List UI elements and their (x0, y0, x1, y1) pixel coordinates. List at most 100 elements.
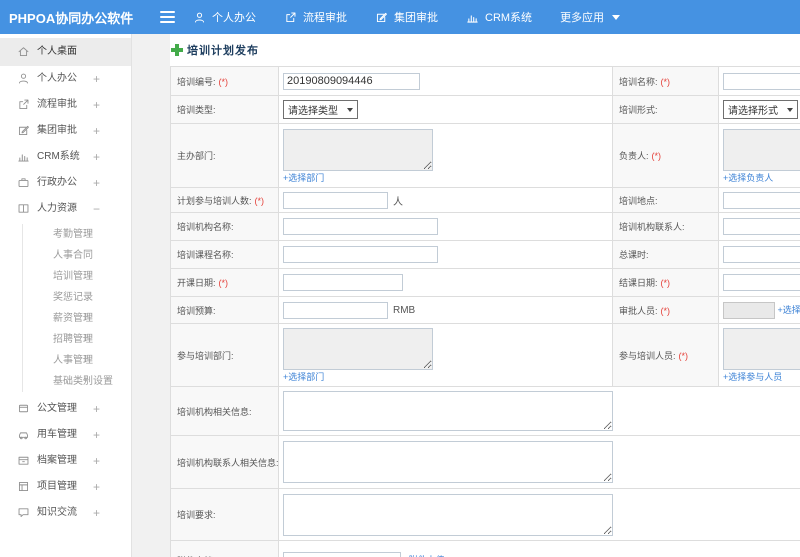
select-leader-link[interactable]: +选择负责人 (723, 173, 773, 183)
sidebar-item-project-management[interactable]: 项目管理 + (0, 474, 131, 500)
training-org-contact-input[interactable] (723, 218, 800, 235)
sidebar-subitem-recruitment-management[interactable]: 招聘管理 + (23, 329, 131, 350)
select-department-link[interactable]: +选择部门 (283, 173, 324, 183)
sidebar-subitem-basic-category-settings[interactable]: 基础类别设置 + (23, 371, 131, 392)
field-label-cell: 培训要求: (170, 488, 279, 541)
start-date-input[interactable] (283, 274, 403, 291)
expand-toggle[interactable]: + (83, 307, 89, 328)
nav-label: 流程审批 (303, 12, 347, 24)
sidebar-subitem-personnel-management[interactable]: 人事管理 + (23, 350, 131, 371)
expand-toggle[interactable]: + (93, 144, 100, 170)
collapse-toggle[interactable]: − (93, 196, 100, 222)
form-row: 培训机构相关信息: (170, 386, 800, 436)
expand-toggle[interactable]: + (93, 422, 100, 448)
expand-toggle[interactable]: + (83, 328, 89, 349)
sidebar-item-human-resources[interactable]: 人力资源 − (0, 196, 131, 222)
sidebar-item-administrative-office[interactable]: 行政办公 + (0, 170, 131, 196)
total-hours-input[interactable] (723, 246, 800, 263)
required-mark: (*) (660, 76, 671, 87)
training-plan-form: 培训编号:(*) 培训名称:(*) 培训类型: 请选择类型 培训形式: 请选择形… (170, 66, 800, 557)
expand-toggle[interactable]: + (93, 66, 100, 92)
org-info-textarea[interactable] (283, 391, 613, 431)
nav-label: 更多应用 (560, 12, 605, 24)
sidebar-subitem-label: 培训管理 (53, 271, 93, 282)
training-org-name-input[interactable] (283, 218, 438, 235)
sidebar-item-label: 个人办公 (37, 73, 77, 84)
sidebar-item-crm-system[interactable]: CRM系统 + (0, 144, 131, 170)
sidebar-subitem-salary-management[interactable]: 薪资管理 + (23, 308, 131, 329)
sidebar-subitem-personnel-contract[interactable]: 人事合同 (23, 245, 131, 266)
select-approver-link[interactable]: +选择审批人员 (778, 304, 800, 314)
sidebar-item-archive-management[interactable]: 档案管理 + (0, 448, 131, 474)
expand-toggle[interactable]: + (93, 500, 100, 526)
expand-toggle[interactable]: + (93, 474, 100, 500)
required-mark: (*) (678, 350, 689, 361)
training-requirements-textarea[interactable] (283, 493, 613, 536)
participating-departments-textarea[interactable] (283, 328, 433, 370)
select-participants-link[interactable]: +选择参与人员 (723, 372, 782, 382)
sidebar-item-knowledge-exchange[interactable]: 知识交流 + (0, 500, 131, 526)
hamburger-menu-icon[interactable] (160, 8, 175, 26)
nav-workflow-approval[interactable]: 流程审批 (284, 9, 347, 25)
select-participating-departments-link[interactable]: +选择部门 (283, 372, 324, 382)
archive-icon (17, 454, 30, 467)
sidebar-item-personal-office[interactable]: 个人办公 + (0, 66, 131, 92)
sidebar-item-label: 流程审批 (37, 99, 77, 110)
budget-input[interactable] (283, 301, 388, 319)
leader-textarea[interactable] (723, 128, 800, 171)
end-date-input[interactable] (723, 274, 800, 291)
host-department-textarea[interactable] (283, 128, 433, 171)
flow-icon (17, 98, 30, 111)
field-label-cell: 培训地点: (612, 187, 719, 213)
training-name-input[interactable] (723, 72, 800, 90)
expand-toggle[interactable]: + (93, 170, 100, 196)
expand-toggle[interactable]: + (93, 92, 100, 118)
attachment-name-input[interactable] (283, 552, 401, 557)
nav-group-approval[interactable]: 集团审批 (375, 9, 438, 25)
sidebar-item-label: 项目管理 (37, 481, 77, 492)
field-label-cell: 培训类型: (170, 95, 279, 124)
expand-toggle[interactable]: + (93, 448, 100, 474)
course-name-input[interactable] (283, 246, 438, 263)
sidebar-item-vehicle-management[interactable]: 用车管理 + (0, 422, 131, 448)
form-row: 开课日期: (*) 结课日期: (*) (170, 268, 800, 297)
nav-crm-system[interactable]: CRM系统 (466, 9, 532, 25)
add-plus-icon (171, 44, 183, 56)
form-row: 培训机构名称: 培训机构联系人: (170, 212, 800, 241)
briefcase-icon (17, 176, 30, 189)
sidebar-subitem-attendance-management[interactable]: 考勤管理 (23, 224, 131, 245)
training-type-select[interactable]: 请选择类型 (283, 100, 358, 119)
participants-textarea[interactable] (723, 328, 800, 370)
sidebar-item-group-approval[interactable]: 集团审批 + (0, 118, 131, 144)
planned-participants-input[interactable] (283, 191, 388, 209)
sidebar: 个人桌面 个人办公 + 流程审批 + 集团审批 + CRM系统 + 行政办公 + (0, 34, 132, 557)
training-number-input[interactable] (283, 72, 420, 90)
chart-icon (466, 11, 479, 24)
expand-toggle[interactable]: + (93, 118, 100, 144)
sidebar-subitem-training-management[interactable]: 培训管理 (23, 266, 131, 287)
training-form-select[interactable]: 请选择形式 (723, 100, 798, 119)
page-title: 培训计划发布 (187, 45, 259, 57)
sidebar-item-workflow-approval[interactable]: 流程审批 + (0, 92, 131, 118)
org-contact-info-textarea[interactable] (283, 441, 613, 483)
expand-toggle[interactable]: + (83, 370, 89, 391)
expand-toggle[interactable]: + (93, 396, 100, 422)
expand-toggle[interactable]: + (83, 349, 89, 370)
sidebar-item-personal-desktop[interactable]: 个人桌面 (0, 38, 131, 66)
required-mark: (*) (218, 76, 229, 87)
training-location-input[interactable] (723, 191, 800, 209)
sidebar-subitem-reward-punishment-records[interactable]: 奖惩记录 (23, 287, 131, 308)
flow-icon (284, 11, 297, 24)
app-logo: PHPOA协同办公软件 (9, 10, 134, 26)
chart-icon (17, 150, 30, 163)
sidebar-item-document-management[interactable]: 公文管理 + (0, 396, 131, 422)
nav-more-apps[interactable]: 更多应用 (560, 9, 621, 25)
nav-label: 个人办公 (212, 12, 256, 24)
required-mark: (*) (218, 278, 229, 288)
form-row: 附件文档: +附件上传 (170, 540, 800, 557)
approver-input[interactable] (723, 301, 775, 319)
field-label: 培训要求: (177, 510, 216, 520)
nav-personal-office[interactable]: 个人办公 (193, 9, 256, 25)
form-title-bar: 培训计划发布 (170, 34, 800, 66)
field-label: 培训编号: (177, 76, 216, 87)
